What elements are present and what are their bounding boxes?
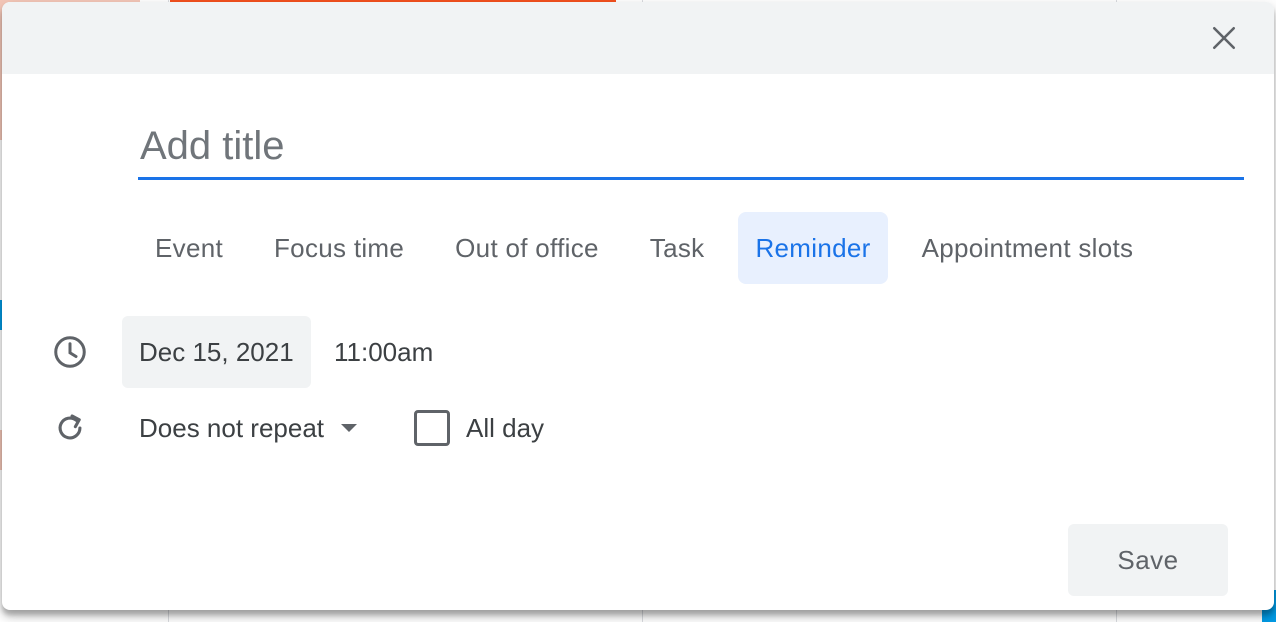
tab-focus-time[interactable]: Focus time [257, 212, 421, 284]
tab-task[interactable]: Task [633, 212, 722, 284]
tab-reminder[interactable]: Reminder [738, 212, 888, 284]
close-button[interactable] [1200, 14, 1248, 62]
title-input[interactable] [138, 116, 1244, 180]
repeat-icon [50, 408, 90, 448]
clock-icon [50, 332, 90, 372]
all-day-checkbox[interactable] [414, 410, 450, 446]
event-type-tabs: Event Focus time Out of office Task Remi… [138, 212, 1150, 284]
repeat-dropdown[interactable]: Does not repeat [122, 398, 375, 458]
all-day-toggle[interactable]: All day [414, 398, 544, 458]
date-text: Dec 15, 2021 [139, 336, 294, 367]
all-day-label: All day [466, 412, 545, 443]
repeat-value: Does not repeat [139, 412, 325, 443]
save-button[interactable]: Save [1068, 524, 1228, 596]
dialog-header [2, 2, 1274, 74]
tab-event[interactable]: Event [138, 212, 240, 284]
dropdown-arrow-icon [341, 424, 358, 432]
close-icon [1212, 26, 1236, 50]
tab-appointment-slots[interactable]: Appointment slots [905, 212, 1151, 284]
time-picker-button[interactable]: 11:00am [332, 316, 435, 388]
time-text: 11:00am [334, 336, 434, 367]
date-picker-button[interactable]: Dec 15, 2021 [122, 316, 311, 388]
create-event-dialog: Event Focus time Out of office Task Remi… [2, 2, 1274, 610]
tab-out-of-office[interactable]: Out of office [438, 212, 616, 284]
